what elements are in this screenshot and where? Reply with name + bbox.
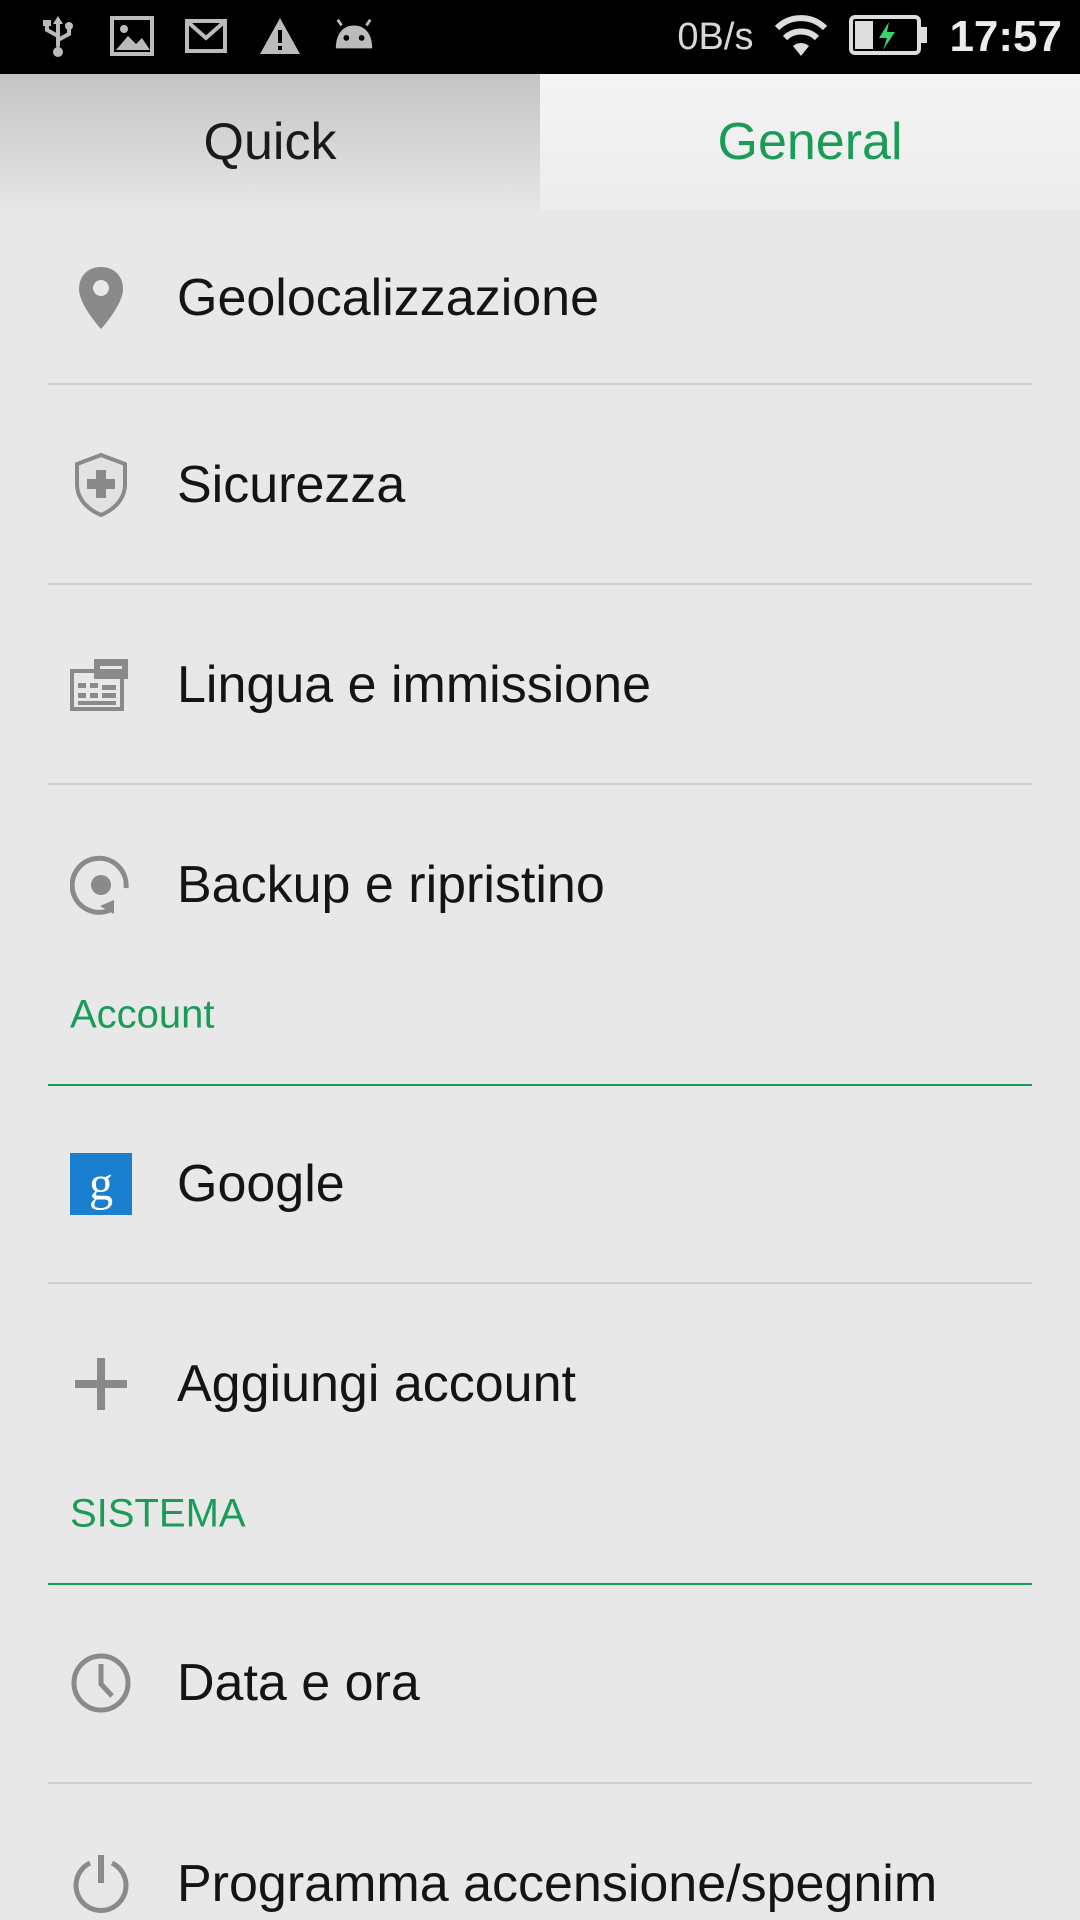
android-icon xyxy=(332,14,376,58)
settings-item-language[interactable]: Lingua e immissione xyxy=(48,585,1032,784)
backup-restore-icon xyxy=(70,852,132,918)
location-pin-icon xyxy=(70,265,132,331)
net-speed: 0B/s xyxy=(677,15,754,58)
power-icon xyxy=(70,1851,132,1917)
clock-icon xyxy=(70,1650,132,1716)
shield-icon xyxy=(70,452,132,518)
gmail-icon xyxy=(184,14,228,58)
status-bar: 0B/s 17:57 xyxy=(0,0,1080,74)
settings-item-label: Programma accensione/spegnim xyxy=(177,1854,938,1913)
status-right: 0B/s 17:57 xyxy=(677,0,1062,74)
settings-item-security[interactable]: Sicurezza xyxy=(48,385,1032,584)
settings-item-power-schedule[interactable]: Programma accensione/spegnim xyxy=(48,1784,1032,1920)
settings-item-date-time[interactable]: Data e ora xyxy=(48,1583,1032,1782)
plus-icon xyxy=(70,1351,132,1417)
clock: 17:57 xyxy=(949,12,1062,61)
settings-item-google[interactable]: g Google xyxy=(48,1084,1032,1283)
settings-item-label: Lingua e immissione xyxy=(177,655,652,714)
settings-list[interactable]: Geolocalizzazione Sicurezza Lingua e imm… xyxy=(0,210,1080,1920)
settings-item-label: Aggiungi account xyxy=(177,1354,576,1413)
image-icon xyxy=(110,14,154,58)
section-header-system: SISTEMA xyxy=(70,1491,246,1536)
warning-icon xyxy=(258,14,302,58)
section-header-account: Account xyxy=(70,992,215,1037)
notification-icons xyxy=(36,14,376,58)
text-fade xyxy=(962,1784,1032,1920)
settings-item-label: Sicurezza xyxy=(177,455,406,514)
settings-item-label: Google xyxy=(177,1154,345,1213)
settings-item-add-account[interactable]: Aggiungi account xyxy=(48,1284,1032,1483)
settings-item-label: Backup e ripristino xyxy=(177,855,605,914)
settings-item-backup[interactable]: Backup e ripristino xyxy=(48,785,1032,984)
settings-item-label: Geolocalizzazione xyxy=(177,268,600,327)
settings-item-geolocation[interactable]: Geolocalizzazione xyxy=(48,210,1032,397)
wifi-icon xyxy=(773,12,829,63)
google-account-icon: g xyxy=(70,1151,132,1217)
tab-general[interactable]: General xyxy=(540,74,1080,210)
keyboard-language-icon xyxy=(70,652,132,718)
battery-icon xyxy=(849,14,929,61)
settings-tabs: Quick General xyxy=(0,74,1080,210)
svg-text:g: g xyxy=(89,1157,113,1210)
tab-quick[interactable]: Quick xyxy=(0,74,540,210)
usb-icon xyxy=(36,14,80,58)
settings-item-label: Data e ora xyxy=(177,1653,420,1712)
